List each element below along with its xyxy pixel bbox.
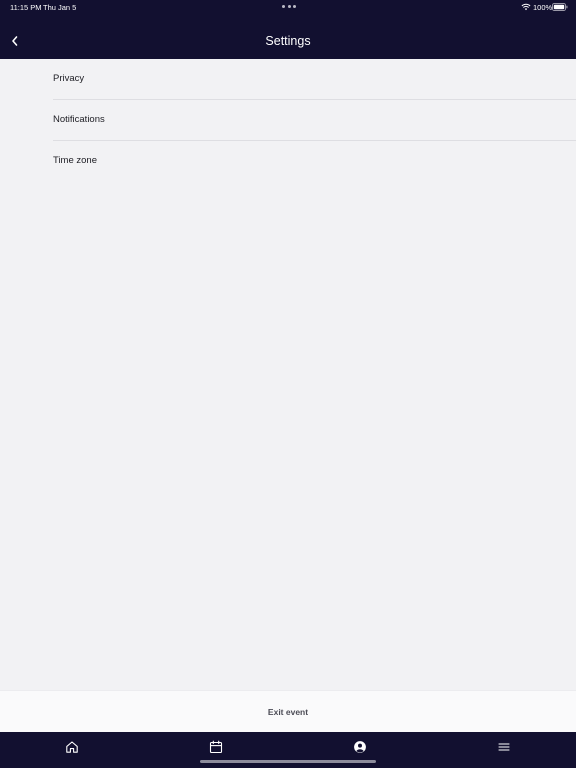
settings-item-label: Notifications (53, 114, 105, 125)
calendar-icon (209, 740, 223, 754)
tab-calendar[interactable] (206, 737, 226, 757)
status-bar: 11:15 PM Thu Jan 5 100% (0, 0, 576, 16)
profile-icon (354, 741, 366, 753)
tab-home[interactable] (62, 737, 82, 757)
settings-item-notifications[interactable]: Notifications (0, 100, 576, 141)
multitasking-dots-icon[interactable] (282, 2, 296, 10)
battery-icon (552, 3, 568, 11)
page-title: Settings (265, 34, 311, 48)
settings-item-time-zone[interactable]: Time zone (0, 141, 576, 182)
tab-menu[interactable] (494, 737, 514, 757)
app-header: 11:15 PM Thu Jan 5 100% Settings (0, 0, 576, 59)
exit-event-bar: Exit event (0, 690, 576, 732)
tab-profile[interactable] (350, 737, 370, 757)
status-time: 11:15 PM (10, 3, 42, 12)
home-indicator[interactable] (200, 760, 376, 763)
settings-item-label: Privacy (53, 73, 85, 84)
battery-percentage: 100% (533, 3, 553, 12)
exit-event-button[interactable]: Exit event (0, 691, 576, 733)
settings-item-label: Time zone (53, 155, 97, 166)
wifi-icon (521, 3, 531, 11)
home-icon (66, 741, 78, 753)
status-date: Thu Jan 5 (43, 3, 77, 12)
menu-icon (498, 743, 510, 751)
settings-list: Privacy Notifications Time zone (0, 59, 576, 182)
settings-item-privacy[interactable]: Privacy (0, 59, 576, 100)
